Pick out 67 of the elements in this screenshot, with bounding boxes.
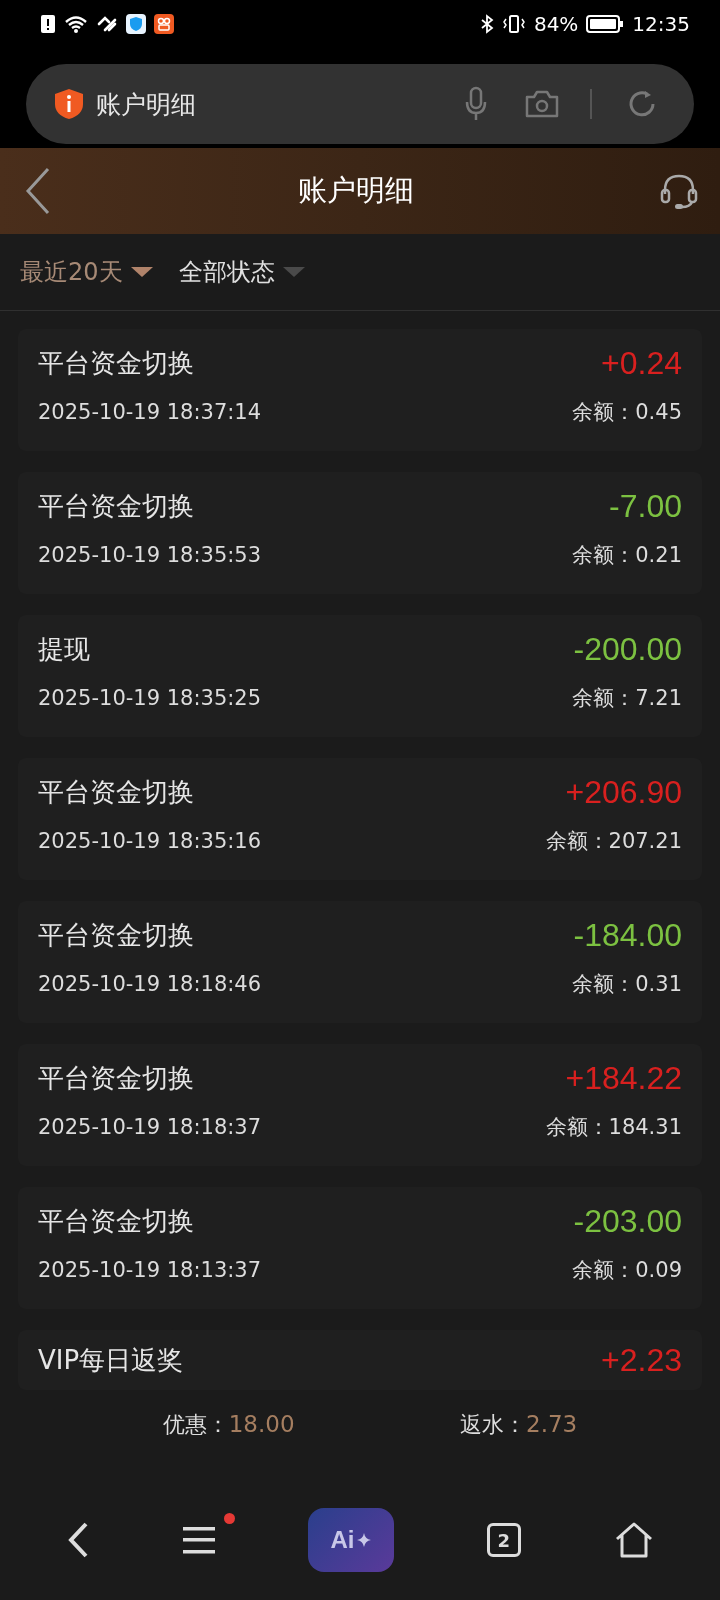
caret-icon xyxy=(282,266,305,278)
amount-text: -200.00 xyxy=(573,631,682,668)
record-time: 2025-10-19 18:18:37 xyxy=(38,1115,262,1139)
amount-text: -184.00 xyxy=(573,917,682,954)
battery-icon xyxy=(586,14,625,34)
amount-text: -203.00 xyxy=(573,1203,682,1240)
record-card[interactable]: 平台资金切换 +0.24 2025-10-19 18:37:14 余额：0.45 xyxy=(18,329,702,451)
caret-icon xyxy=(130,266,153,278)
notification-icon xyxy=(40,14,56,34)
summary-label: 返水： xyxy=(460,1412,527,1437)
filter-dropdown[interactable]: 全部状态 xyxy=(178,256,305,288)
home-icon[interactable] xyxy=(613,1520,654,1560)
amount-text: -7.00 xyxy=(609,488,682,525)
record-time: 2025-10-19 18:35:25 xyxy=(38,686,262,710)
amount-text: +206.90 xyxy=(565,774,682,811)
security-warning-icon xyxy=(54,88,84,120)
clock-time: 12:35 xyxy=(632,12,690,36)
camera-icon[interactable] xyxy=(524,89,560,119)
tabs-button[interactable]: 2 xyxy=(486,1523,521,1557)
amount-text: +184.22 xyxy=(565,1060,682,1097)
record-time: 2025-10-19 18:13:37 xyxy=(38,1258,262,1282)
vibrate-icon xyxy=(501,14,526,34)
menu-icon[interactable] xyxy=(183,1525,216,1555)
shield-app-icon xyxy=(126,14,146,34)
app-icon xyxy=(154,14,174,34)
balance-text: 余额：0.31 xyxy=(572,971,682,998)
record-time: 2025-10-19 18:37:14 xyxy=(38,400,262,424)
wifi-icon xyxy=(64,14,88,34)
bluetooth-icon xyxy=(479,14,494,34)
record-title: 平台资金切换 xyxy=(38,1062,194,1095)
record-card[interactable]: 平台资金切换 +184.22 2025-10-19 18:18:37 余额：184.31 xyxy=(18,1044,702,1166)
record-title: 平台资金切换 xyxy=(38,919,194,952)
battery-percentage: 84% xyxy=(533,12,579,36)
record-title: 平台资金切换 xyxy=(38,1205,194,1238)
record-card[interactable]: 平台资金切换 -7.00 2025-10-19 18:35:53 余额：0.21 xyxy=(18,472,702,594)
balance-text: 余额：0.21 xyxy=(572,542,682,569)
balance-text: 余额：7.21 xyxy=(572,685,682,712)
balance-text: 余额：0.09 xyxy=(572,1257,682,1284)
filter-dropdown[interactable]: 最近20天 xyxy=(20,256,153,288)
record-title: 平台资金切换 xyxy=(38,347,194,380)
record-title: 提现 xyxy=(38,633,90,666)
summary-value: 18.00 xyxy=(228,1411,295,1437)
record-card[interactable]: 平台资金切换 +206.90 2025-10-19 18:35:16 余额：207.21 xyxy=(18,758,702,880)
summary-label: 优惠： xyxy=(162,1412,229,1437)
record-card[interactable]: 提现 -200.00 2025-10-19 18:35:25 余额：7.21 xyxy=(18,615,702,737)
record-title: 平台资金切换 xyxy=(38,776,194,809)
record-card[interactable]: 平台资金切换 -203.00 2025-10-19 18:13:37 余额：0.09 xyxy=(18,1187,702,1309)
customer-service-icon[interactable] xyxy=(660,172,698,210)
record-card[interactable]: VIP每日返奖 +2.23 xyxy=(18,1330,702,1390)
record-time: 2025-10-19 18:18:46 xyxy=(38,972,262,996)
address-text: 账户明细 xyxy=(96,88,196,121)
record-title: 平台资金切换 xyxy=(38,490,194,523)
page-title: 账户明细 xyxy=(298,172,414,209)
balance-text: 余额：184.31 xyxy=(545,1114,682,1141)
address-bar[interactable]: 账户明细 xyxy=(26,64,694,144)
summary-value: 2.73 xyxy=(526,1411,578,1437)
record-time: 2025-10-19 18:35:16 xyxy=(38,829,262,853)
sparkle-icon xyxy=(357,1533,372,1547)
ai-button[interactable]: Ai xyxy=(308,1508,394,1572)
record-card[interactable]: 平台资金切换 -184.00 2025-10-19 18:18:46 余额：0.31 xyxy=(18,901,702,1023)
amount-text: +0.24 xyxy=(601,345,682,382)
record-title: VIP每日返奖 xyxy=(38,1344,184,1377)
link-icon xyxy=(96,14,118,34)
record-time: 2025-10-19 18:35:53 xyxy=(38,543,262,567)
balance-text: 余额：207.21 xyxy=(545,828,682,855)
amount-text: +2.23 xyxy=(601,1342,682,1379)
balance-text: 余额：0.45 xyxy=(572,399,682,426)
